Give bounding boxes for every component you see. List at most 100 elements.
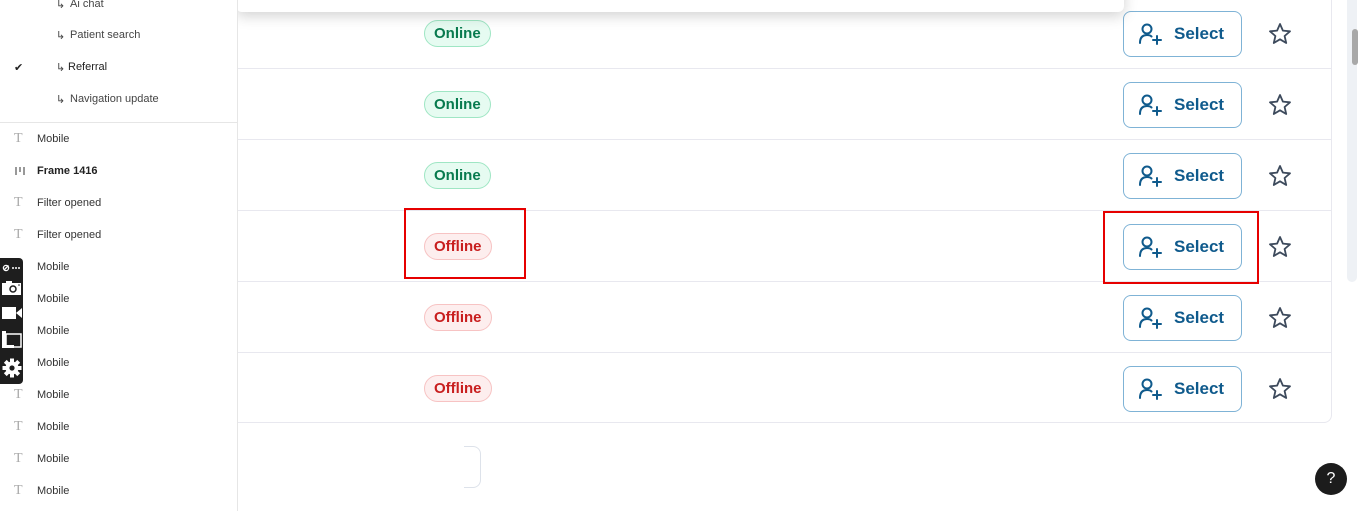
layer-item-label: Mobile xyxy=(37,133,70,145)
checkmark-icon: ✔ xyxy=(14,61,24,74)
select-button-label: Select xyxy=(1174,166,1225,185)
status-badge: Offline xyxy=(424,304,492,331)
layer-item[interactable]: T Mobile xyxy=(0,443,237,475)
layer-item[interactable]: T Filter opened xyxy=(0,219,237,251)
sub-arrow-icon: ↳ xyxy=(56,29,66,42)
layer-sub-item[interactable]: ↳ Ai chat xyxy=(0,0,237,20)
select-button-label: Select xyxy=(1174,379,1225,398)
user-add-icon xyxy=(1139,165,1162,187)
help-button[interactable]: ? xyxy=(1315,463,1347,495)
text-icon: T xyxy=(14,419,23,434)
scrollbar-thumb[interactable] xyxy=(1352,29,1358,65)
layer-item-label: Mobile xyxy=(37,261,70,273)
layer-sub-item-label: Ai chat xyxy=(70,0,104,10)
layer-item[interactable]: TMobile xyxy=(0,251,237,283)
table-row: Online Select xyxy=(238,140,1332,211)
sub-arrow-icon: ↳ xyxy=(56,93,66,106)
layer-sub-item[interactable]: ✔ ↳ Referral xyxy=(0,51,237,83)
layer-item-label: Frame 1416 xyxy=(37,165,98,177)
select-button[interactable]: Select xyxy=(1123,366,1242,412)
video-icon xyxy=(1,307,22,319)
table-row: Offline Select xyxy=(238,282,1332,353)
screenshot-button[interactable] xyxy=(0,278,23,298)
layer-item-label: Mobile xyxy=(37,453,70,465)
layer-item-label: Mobile xyxy=(37,389,70,401)
status-badge: Online xyxy=(424,162,491,189)
favorite-button[interactable] xyxy=(1268,377,1292,401)
sub-arrow-icon: ↳ xyxy=(56,0,66,11)
text-icon: T xyxy=(14,131,23,146)
favorite-button[interactable] xyxy=(1268,235,1292,259)
select-button-label: Select xyxy=(1174,308,1225,327)
gear-icon xyxy=(2,358,21,378)
select-button[interactable]: Select xyxy=(1123,11,1242,57)
layer-item[interactable]: T Filter opened xyxy=(0,187,237,219)
status-badge: Online xyxy=(424,20,491,47)
dropdown-popover xyxy=(236,0,1124,12)
select-button-label: Select xyxy=(1174,95,1225,114)
link-more-icon xyxy=(2,264,20,272)
status-badge: Offline xyxy=(424,375,492,402)
layers-panel: ↳ Ai chat ↳ Patient search ✔ ↳ Referral ↳ Naviga… xyxy=(0,0,238,511)
user-add-icon xyxy=(1139,23,1162,45)
star-icon xyxy=(1269,378,1291,399)
layer-item[interactable]: T Mobile xyxy=(0,379,237,411)
layer-item-label: Mobile xyxy=(37,421,70,433)
favorite-button[interactable] xyxy=(1268,93,1292,117)
layer-item-label: Mobile xyxy=(37,293,70,305)
text-icon: T xyxy=(14,227,23,242)
text-icon: T xyxy=(14,387,23,402)
record-button[interactable] xyxy=(0,303,23,323)
star-icon xyxy=(1269,236,1291,257)
text-icon: T xyxy=(14,483,23,498)
layer-item-label: Mobile xyxy=(37,325,70,337)
favorite-button[interactable] xyxy=(1268,22,1292,46)
highlight-offline-status xyxy=(404,208,526,279)
star-icon xyxy=(1269,23,1291,44)
status-badge: Online xyxy=(424,91,491,118)
text-icon: T xyxy=(14,195,23,210)
layer-item[interactable]: Frame 1416 xyxy=(0,155,237,187)
window-button[interactable] xyxy=(0,329,23,351)
layer-item[interactable]: T Mobile xyxy=(0,123,237,155)
user-add-icon xyxy=(1139,94,1162,116)
select-button[interactable]: Select xyxy=(1123,82,1242,128)
pagination-button[interactable] xyxy=(464,446,481,488)
settings-button[interactable] xyxy=(0,356,23,380)
sub-arrow-icon: ↳ xyxy=(56,61,66,74)
layer-item-label: Filter opened xyxy=(37,197,102,209)
layer-sub-item-label: Navigation update xyxy=(70,93,159,105)
layer-item[interactable]: T Mobile xyxy=(0,411,237,443)
layer-item[interactable]: TMobile xyxy=(0,283,237,315)
layer-item-label: Mobile xyxy=(37,357,70,369)
link-more-button[interactable] xyxy=(0,260,23,276)
text-icon: T xyxy=(14,451,23,466)
table-row: Offline Select xyxy=(238,353,1332,424)
star-icon xyxy=(1269,165,1291,186)
help-label: ? xyxy=(1326,470,1336,487)
favorite-button[interactable] xyxy=(1268,306,1292,330)
layer-sub-item[interactable]: ↳ Navigation update xyxy=(0,83,237,115)
user-add-icon xyxy=(1139,378,1162,400)
layer-sub-item-label: Patient search xyxy=(70,29,141,41)
star-icon xyxy=(1269,307,1291,328)
layer-item-label: Mobile xyxy=(37,485,70,497)
layer-sub-item-label: Referral xyxy=(68,61,108,73)
camera-icon xyxy=(1,281,21,295)
layer-item[interactable]: T Mobile xyxy=(0,475,237,507)
layer-item[interactable]: TMobile xyxy=(0,347,237,379)
highlight-select-button xyxy=(1103,211,1259,284)
window-icon xyxy=(1,331,22,348)
select-button-label: Select xyxy=(1174,24,1225,43)
favorite-button[interactable] xyxy=(1268,164,1292,188)
user-add-icon xyxy=(1139,307,1162,329)
layer-item-label: Filter opened xyxy=(37,229,102,241)
table-row: Online Select xyxy=(238,69,1332,140)
select-button[interactable]: Select xyxy=(1123,153,1242,199)
layer-sub-item[interactable]: ↳ Patient search xyxy=(0,19,237,51)
layer-item[interactable]: TMobile xyxy=(0,315,237,347)
frame-icon xyxy=(15,167,25,175)
star-icon xyxy=(1269,94,1291,115)
floating-toolbar xyxy=(0,258,23,384)
select-button[interactable]: Select xyxy=(1123,295,1242,341)
